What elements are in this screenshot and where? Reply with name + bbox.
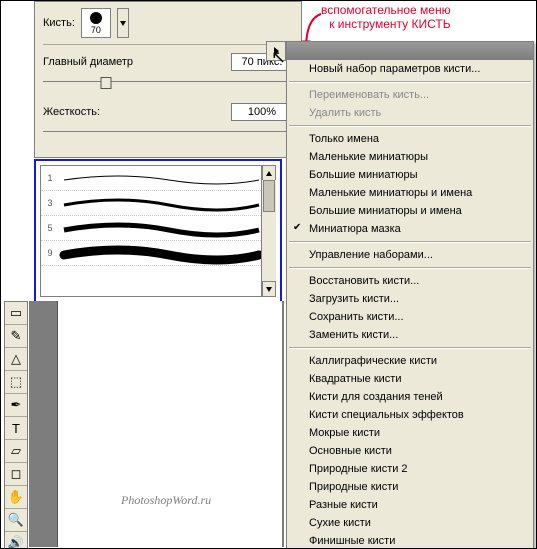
menu-item-new-preset[interactable]: Новый набор параметров кисти... <box>287 60 533 78</box>
slider-thumb[interactable] <box>100 77 111 89</box>
tool-button[interactable]: T <box>5 417 27 440</box>
menu-item-delete: Удалить кисть <box>287 104 533 122</box>
menu-item-load[interactable]: Загрузить кисти... <box>287 290 533 308</box>
diameter-label: Главный диаметр <box>43 56 231 68</box>
brush-options-panel: Кисть: 70 Главный диаметр 70 пикс. Жестк… <box>34 1 302 158</box>
menu-item-lib[interactable]: Природные кисти <box>287 478 533 496</box>
menu-item-view[interactable]: Миниатюра мазка <box>287 220 533 238</box>
tool-button[interactable]: △ <box>5 348 27 371</box>
brush-size-number: 70 <box>91 25 101 35</box>
menu-item-lib[interactable]: Основные кисти <box>287 442 533 460</box>
hardness-slider[interactable] <box>43 125 293 139</box>
menu-item-replace[interactable]: Заменить кисти... <box>287 326 533 344</box>
menu-item-lib[interactable]: Квадратные кисти <box>287 370 533 388</box>
brush-preview[interactable]: 70 <box>81 8 111 38</box>
menu-item-lib[interactable]: Кисти специальных эффектов <box>287 406 533 424</box>
tool-button[interactable]: ✎ <box>5 325 27 348</box>
scroll-thumb[interactable] <box>263 180 275 212</box>
chevron-right-icon <box>274 47 279 55</box>
tool-button[interactable]: ✋ <box>5 486 27 509</box>
menu-item-view[interactable]: Большие миниатюры и имена <box>287 202 533 220</box>
menu-item-save[interactable]: Сохранить кисти... <box>287 308 533 326</box>
menu-item-lib[interactable]: Каллиграфические кисти <box>287 352 533 370</box>
chevron-up-icon <box>266 171 272 176</box>
tool-button[interactable]: ▭ <box>5 302 27 325</box>
menu-item-view[interactable]: Маленькие миниатюры <box>287 148 533 166</box>
scroll-down-button[interactable] <box>262 281 276 297</box>
menu-item-lib[interactable]: Разные кисти <box>287 496 533 514</box>
brush-set-box: 1 3 5 9 <box>34 159 282 303</box>
brush-row[interactable]: 9 <box>41 241 275 266</box>
brush-context-menu: Новый набор параметров кисти... Переимен… <box>286 41 534 549</box>
chevron-down-icon <box>266 287 272 292</box>
brush-dot-icon <box>90 12 102 24</box>
brush-row[interactable]: 5 <box>41 216 275 241</box>
flyout-menu-button[interactable] <box>266 41 286 61</box>
menu-item-lib[interactable]: Природные кисти 2 <box>287 460 533 478</box>
toolbox: ▭ ✎ △ ⬚ ✒ T ▱ ◻ ✋ 🔍 🔊 <box>4 301 28 549</box>
menu-item-lib[interactable]: Кисти для создания теней <box>287 388 533 406</box>
menu-header <box>287 42 533 60</box>
menu-item-restore[interactable]: Восстановить кисти... <box>287 272 533 290</box>
menu-item-view[interactable]: Маленькие миниатюры и имена <box>287 184 533 202</box>
brush-dropdown-button[interactable] <box>117 8 129 38</box>
document-canvas[interactable] <box>57 301 282 547</box>
menu-item-view[interactable]: Только имена <box>287 130 533 148</box>
menu-item-lib[interactable]: Сухие кисти <box>287 514 533 532</box>
tool-button[interactable]: 🔍 <box>5 509 27 532</box>
brush-row[interactable]: 3 <box>41 191 275 216</box>
chevron-down-icon <box>120 21 126 26</box>
tool-button[interactable]: ✒ <box>5 394 27 417</box>
menu-item-view[interactable]: Большие миниатюры <box>287 166 533 184</box>
tool-button[interactable]: ⬚ <box>5 371 27 394</box>
brush-label: Кисть: <box>43 17 75 29</box>
hardness-label: Жесткость: <box>43 106 231 118</box>
diameter-slider[interactable] <box>43 75 293 89</box>
tool-button[interactable]: ▱ <box>5 440 27 463</box>
menu-item-lib[interactable]: Финишные кисти <box>287 532 533 549</box>
brush-set-list[interactable]: 1 3 5 9 <box>40 165 276 297</box>
annotation-red: вспомогательное меню к инструменту КИСТЬ <box>321 3 451 31</box>
menu-item-lib[interactable]: Мокрые кисти <box>287 424 533 442</box>
scrollbar[interactable] <box>261 165 276 297</box>
scroll-up-button[interactable] <box>262 165 276 180</box>
hardness-value[interactable]: 100% <box>231 103 293 121</box>
watermark: PhotoshopWord.ru <box>121 493 211 508</box>
tool-button[interactable]: 🔊 <box>5 532 27 549</box>
menu-item-manage[interactable]: Управление наборами... <box>287 246 533 264</box>
menu-item-rename: Переименовать кисть... <box>287 86 533 104</box>
brush-row[interactable]: 1 <box>41 166 275 191</box>
tool-button[interactable]: ◻ <box>5 463 27 486</box>
